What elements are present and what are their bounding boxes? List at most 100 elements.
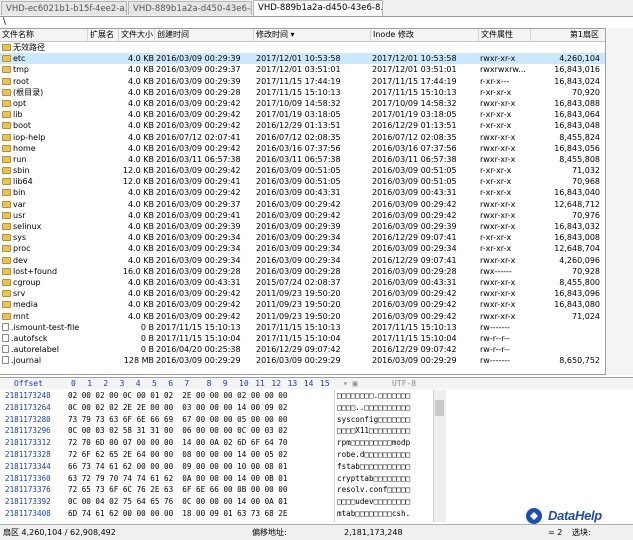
hex-row[interactable]: 2181173360 63 72 79 70 74 74 61 62 0A 00 … [0, 473, 430, 485]
table-row[interactable]: tmp 4.0 KB 2016/03/09 00:29:37 2017/12/01 0… [0, 64, 605, 75]
hex-toolbar-icons[interactable]: ▾ ▣ [343, 378, 357, 389]
table-row[interactable]: .ismount-test-file 0 B 2017/11/15 15:10:13… [0, 322, 605, 333]
table-row[interactable]: etc 4.0 KB 2016/03/09 00:29:39 2017/12/01 1… [0, 53, 605, 65]
table-row[interactable]: selinux 4.0 KB 2016/03/09 00:29:39 2016/03/… [0, 221, 605, 232]
table-row[interactable]: usr 4.0 KB 2016/03/09 00:29:41 2016/03/09 0… [0, 210, 605, 221]
table-row[interactable]: home 4.0 KB 2016/03/09 00:29:42 2016/03/16 … [0, 143, 605, 154]
file-name: mnt [2, 311, 112, 322]
file-mtime: 2011/09/23 19:50:20 [256, 300, 341, 310]
file-name: sbin [2, 165, 112, 176]
file-sector: 16,843,040 [554, 188, 600, 198]
file-name: proc [2, 243, 112, 254]
col-header-sector[interactable]: 第1扇区 [531, 29, 605, 41]
file-ctime: 2016/03/09 00:43:31 [156, 277, 241, 287]
folder-icon [2, 267, 11, 275]
hex-scroll-thumb[interactable] [435, 400, 444, 416]
col-header-ctime[interactable]: 创建时间 [155, 29, 254, 41]
file-name: bin [2, 187, 112, 198]
table-row[interactable]: bin 4.0 KB 2016/03/09 00:29:42 2016/03/09 0… [0, 187, 605, 198]
file-icon [2, 333, 9, 342]
file-rows: 无效路径 etc 4.0 KB 2016/03/09 00:29:39 2017/12/… [0, 42, 605, 366]
hex-offset: 2181173360 [5, 473, 51, 483]
table-row[interactable]: dev 4.0 KB 2016/03/09 00:29:34 2016/03/09 0… [0, 255, 605, 266]
hex-row[interactable]: 2181173392 0C 00 04 02 75 64 65 76 0C 00 … [0, 496, 430, 508]
table-row[interactable]: iop-help 4.0 KB 2016/07/12 02:07:41 2016/07… [0, 132, 605, 143]
hex-bytes: 0C 00 03 02 58 31 31 00 06 00 00 00 0C 0… [68, 426, 288, 436]
file-itime: 2016/03/09 00:29:42 [372, 289, 457, 299]
table-row[interactable]: (根目录) 4.0 KB 2016/03/09 00:29:28 2017/11/15… [0, 87, 605, 98]
hex-col-5: 5 [152, 379, 157, 388]
tab-vhd-1[interactable]: VHD-ec6021b1-b15f-4ee2-a... [1, 1, 127, 15]
hex-col-14: 14 [303, 379, 314, 388]
col-header-mtime[interactable]: 修改时间 ▾ [254, 29, 371, 41]
file-mtime: 2017/01/19 03:18:05 [256, 110, 341, 120]
table-row[interactable]: lib 4.0 KB 2016/03/09 00:29:42 2017/01/19 0… [0, 109, 605, 120]
file-attr: r-xr-x--- [480, 76, 510, 86]
file-size: 4.0 KB [128, 188, 154, 198]
table-row[interactable]: .autorelabel 0 B 2016/04/20 00:25:38 2016/1… [0, 344, 605, 355]
encoding-label[interactable]: UTF-8 [392, 378, 416, 389]
table-row[interactable]: root 4.0 KB 2016/03/09 00:29:39 2017/11/15 … [0, 76, 605, 87]
file-itime: 2016/03/09 00:29:42 [372, 300, 457, 310]
table-row[interactable]: mnt 4.0 KB 2016/03/09 00:29:42 2011/09/23 1… [0, 311, 605, 322]
hex-row[interactable]: 2181173296 0C 00 03 02 58 31 31 00 06 00 … [0, 425, 430, 437]
table-row[interactable]: sys 4.0 KB 2016/03/09 00:29:34 2016/03/09 0… [0, 232, 605, 243]
col-header-size[interactable]: 文件大小 [119, 29, 155, 41]
file-name-text: iop-help [13, 132, 46, 142]
file-size: 4.0 KB [128, 222, 154, 231]
col-header-attr[interactable]: 文件属性 [479, 29, 531, 41]
table-row[interactable]: lost+found 16.0 KB 2016/03/09 00:29:28 2016… [0, 266, 605, 277]
file-size: 4.0 KB [128, 143, 154, 153]
file-size: 4.0 KB [128, 154, 154, 164]
file-attr: rwxr-xr-x [480, 210, 516, 220]
hex-scrollbar[interactable] [433, 390, 446, 522]
table-row[interactable]: cgroup 4.0 KB 2016/03/09 00:43:31 2015/07/2… [0, 277, 605, 288]
file-mtime: 2016/03/09 00:29:34 [256, 255, 341, 265]
table-row[interactable]: opt 4.0 KB 2016/03/09 00:29:42 2017/10/09 1… [0, 98, 605, 109]
table-row[interactable]: media 4.0 KB 2016/03/09 00:29:42 2011/09/23… [0, 299, 605, 310]
file-sector: 12,648,712 [554, 199, 600, 209]
file-itime: 2016/03/09 00:43:31 [372, 188, 457, 198]
tab-vhd-3[interactable]: VHD-889b1a2a-d450-43e6-8... [253, 0, 383, 16]
file-list-scrollbar[interactable] [606, 28, 633, 375]
hex-row[interactable]: 2181173344 66 73 74 61 62 00 00 00 09 00 … [0, 461, 430, 473]
col-header-ext[interactable]: 扩展名 [88, 29, 119, 41]
table-row[interactable]: sbin 12.0 KB 2016/03/09 00:29:42 2016/03/09… [0, 165, 605, 176]
hex-row[interactable]: 2181173328 72 6F 62 65 2E 64 00 00 08 00 … [0, 449, 430, 461]
folder-icon [2, 44, 11, 51]
hex-row[interactable]: 2181173376 72 65 73 6F 6C 76 2E 63 6F 6E … [0, 484, 430, 496]
file-mtime: 2017/11/15 15:10:13 [256, 322, 341, 332]
table-row[interactable]: run 4.0 KB 2016/03/11 06:57:38 2016/03/11 0… [0, 154, 605, 165]
col-header-name[interactable]: 文件名称 [0, 29, 88, 41]
file-mtime: 2016/07/12 02:08:35 [256, 132, 341, 142]
hex-ascii: sysconfig□□□□□□□ [337, 414, 411, 424]
table-row[interactable]: 无效路径 [0, 42, 605, 53]
file-size: 4.0 KB [128, 277, 154, 287]
file-ctime: 2016/03/09 00:29:34 [156, 233, 241, 243]
table-row[interactable]: boot 4.0 KB 2016/03/09 00:29:42 2016/12/29 … [0, 120, 605, 131]
hex-row[interactable]: 2181173408 6D 74 61 62 00 00 00 00 18 00 … [0, 508, 430, 520]
hex-row[interactable]: 2181173312 72 70 6D 00 07 00 00 00 14 00 … [0, 437, 430, 449]
tab-vhd-2[interactable]: VHD-889b1a2a-d450-43e6-8... [128, 1, 252, 15]
folder-icon [2, 234, 11, 242]
table-row[interactable]: var 4.0 KB 2016/03/09 00:29:37 2016/03/09 0… [0, 199, 605, 210]
hex-col-6: 6 [168, 379, 174, 388]
selection-label: 选块: [572, 528, 591, 537]
col-header-itime[interactable]: Inode 修改 [371, 29, 479, 41]
file-itime: 2017/01/19 03:18:05 [372, 110, 457, 120]
table-row[interactable]: .autofsck 0 B 2017/11/15 15:10:04 2017/11/1… [0, 333, 605, 344]
table-row[interactable]: srv 4.0 KB 2016/03/09 00:29:42 2011/09/23 1… [0, 288, 605, 299]
file-sector: 70,928 [572, 266, 600, 276]
table-row[interactable]: proc 4.0 KB 2016/03/09 00:29:34 2016/03/09 … [0, 243, 605, 254]
folder-icon [2, 290, 11, 298]
table-row[interactable]: lib64 12.0 KB 2016/03/09 00:29:41 2016/03/0… [0, 176, 605, 187]
table-row[interactable]: .journal 128 MB 2016/03/09 00:29:29 2016/03… [0, 355, 605, 366]
hex-row[interactable]: 2181173248 02 00 02 00 0C 00 01 02 2E 00 … [0, 390, 430, 402]
file-sector: 8,455,808 [559, 154, 600, 164]
file-ctime: 2017/11/15 15:10:13 [156, 322, 241, 332]
file-ctime: 2016/03/09 00:29:29 [156, 356, 241, 366]
hex-row[interactable]: 2181173264 0C 00 02 02 2E 2E 00 00 03 00 … [0, 402, 430, 414]
file-ctime: 2016/07/12 02:07:41 [156, 132, 241, 142]
hex-row[interactable]: 2181173280 73 79 73 63 6F 6E 66 69 67 00 … [0, 414, 430, 426]
hex-col-10: 10 [239, 379, 249, 388]
